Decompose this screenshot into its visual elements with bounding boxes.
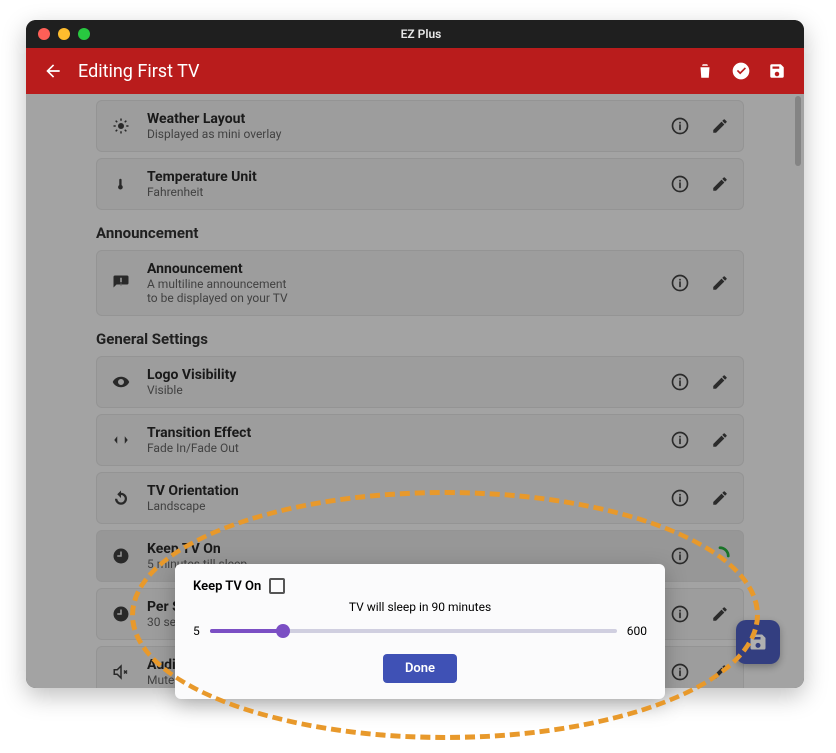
edit-icon[interactable] [709, 371, 731, 393]
loading-spinner-icon [709, 545, 731, 567]
done-button[interactable]: Done [383, 654, 457, 683]
popup-label: Keep TV On [193, 579, 261, 594]
page-title: Editing First TV [78, 61, 199, 82]
delete-icon[interactable] [694, 60, 716, 82]
info-icon[interactable] [669, 115, 691, 137]
edit-icon[interactable] [709, 173, 731, 195]
row-title: Transition Effect [147, 425, 651, 441]
row-subtitle: Fahrenheit [147, 185, 651, 199]
back-icon[interactable] [42, 60, 64, 82]
keep-tv-on-checkbox[interactable] [269, 578, 285, 594]
edit-icon[interactable] [709, 272, 731, 294]
info-icon[interactable] [669, 272, 691, 294]
slider-max-label: 600 [627, 624, 647, 638]
row-title: TV Orientation [147, 483, 651, 499]
edit-icon[interactable] [709, 603, 731, 625]
section-heading-announcement: Announcement [96, 224, 744, 242]
sleep-slider[interactable] [210, 629, 617, 633]
weather-row-0[interactable]: Weather LayoutDisplayed as mini overlay [96, 100, 744, 152]
info-icon[interactable] [669, 661, 691, 683]
clock-icon [109, 605, 133, 623]
slider-knob[interactable] [276, 624, 290, 638]
approve-icon[interactable] [730, 60, 752, 82]
weather-row-1[interactable]: Temperature UnitFahrenheit [96, 158, 744, 210]
edit-icon[interactable] [709, 661, 731, 683]
edit-icon[interactable] [709, 429, 731, 451]
row-subtitle: Fade In/Fade Out [147, 441, 651, 455]
edit-icon[interactable] [709, 487, 731, 509]
scrollbar-track[interactable] [794, 94, 802, 688]
info-icon[interactable] [669, 173, 691, 195]
row-subtitle: Visible [147, 383, 651, 397]
keep-tv-on-popup: Keep TV On TV will sleep in 90 minutes 5… [175, 564, 665, 699]
slider-min-label: 5 [193, 624, 200, 638]
info-icon[interactable] [669, 603, 691, 625]
transition-icon [109, 431, 133, 449]
info-icon[interactable] [669, 487, 691, 509]
row-title: Temperature Unit [147, 169, 651, 185]
general-row-2[interactable]: TV OrientationLandscape [96, 472, 744, 524]
thermometer-icon [109, 175, 133, 193]
app-header: Editing First TV [26, 48, 804, 94]
clock-icon [109, 547, 133, 565]
titlebar: EZ Plus [26, 20, 804, 48]
mute-icon [109, 663, 133, 681]
save-fab[interactable] [736, 620, 780, 664]
row-subtitle: Landscape [147, 499, 651, 513]
section-heading-general: General Settings [96, 330, 744, 348]
scrollbar-thumb[interactable] [795, 96, 801, 166]
popup-message: TV will sleep in 90 minutes [193, 600, 647, 614]
save-icon[interactable] [766, 60, 788, 82]
sun-icon [109, 117, 133, 135]
eye-icon [109, 373, 133, 391]
row-title: Announcement [147, 261, 651, 277]
info-icon[interactable] [669, 545, 691, 567]
announcement-icon [109, 274, 133, 292]
row-title: Logo Visibility [147, 367, 651, 383]
edit-icon[interactable] [709, 115, 731, 137]
row-title: Weather Layout [147, 111, 651, 127]
general-row-0[interactable]: Logo VisibilityVisible [96, 356, 744, 408]
info-icon[interactable] [669, 429, 691, 451]
row-title: Keep TV On [147, 541, 651, 557]
app-title: EZ Plus [38, 27, 804, 41]
row-subtitle: A multiline announcement to be displayed… [147, 277, 651, 305]
row-subtitle: Displayed as mini overlay [147, 127, 651, 141]
announcement-row-0[interactable]: AnnouncementA multiline announcement to … [96, 250, 744, 316]
rotate-icon [109, 489, 133, 507]
info-icon[interactable] [669, 371, 691, 393]
general-row-1[interactable]: Transition EffectFade In/Fade Out [96, 414, 744, 466]
